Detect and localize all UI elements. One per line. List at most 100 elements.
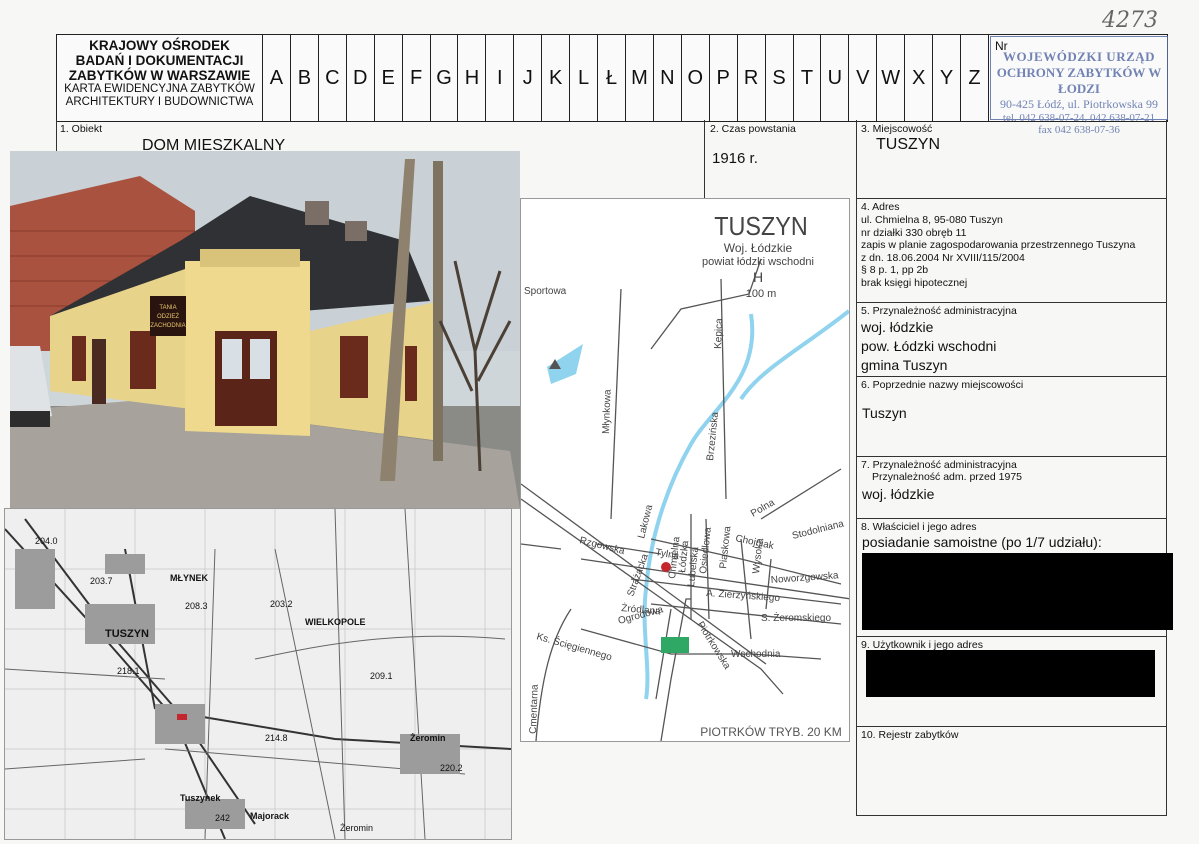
stamp-line-3: 90-425 Łódź, ul. Piotrkowska 99 [1000,97,1158,111]
admin-line: pow. Łódzki wschodni [861,338,997,354]
topo-label: MŁYNEK [170,573,209,583]
topo-label: 214.8 [265,733,288,743]
address-line: zapis w planie zagospodarowania przestrz… [861,239,1136,251]
topo-label: 203.7 [90,576,113,586]
topo-label: 242 [215,813,230,823]
stamp-line-1: WOJEWÓDZKI URZĄD [1002,49,1156,64]
header-subtitle-line-1: KARTA EWIDENCYJNA ZABYTKÓW [64,83,255,95]
field-6-label: 6. Poprzednie nazwy miejscowości [861,379,1024,391]
document-page: 4273 KRAJOWY OŚRODEK BADAŃ I DOKUMENTACJ… [0,0,1199,844]
divider [704,120,705,198]
map-footer: PIOTRKÓW TRYB. 20 KM [700,724,842,739]
topo-label: 218.1 [117,666,140,676]
letter-cell: P [710,35,738,121]
photo-drawing: TANIA ODZIEŻ ZACHODNIA [10,151,520,509]
topo-label: Żeromin [410,733,446,743]
field-4-label: 4. Adres [861,201,900,213]
letter-cell: B [291,35,319,121]
street-label: Wschodnia [731,649,781,660]
shop-sign-line-2: ODZIEŻ [157,313,179,320]
topo-label: 220.2 [440,763,463,773]
letter-cell: K [542,35,571,121]
letter-cell: N [654,35,682,121]
letter-cell: C [319,35,347,121]
topo-label: 204.0 [35,536,58,546]
scale-bar-icon: H [753,269,763,285]
letter-cell: S [766,35,794,121]
letter-cell: L [570,35,599,121]
letter-cell: E [375,35,403,121]
street-label: Sportowa [524,286,567,297]
letter-cell: Y [933,35,962,121]
letter-cell: D [347,35,375,121]
header-subtitle-line-2: ARCHITEKTURY I BUDOWNICTWA [65,96,254,108]
field-7-value: woj. łódzkie [862,486,935,502]
divider [856,518,1166,519]
header-title-line-1: KRAJOWY OŚRODEK [89,38,230,53]
street-label: S. Żeromskiego [761,611,831,624]
street-map-drawing: TUSZYN Woj. Łódzkie powiat łódzki wschod… [521,199,849,741]
stamp-line-5: fax 042 638-07-36 [1038,124,1120,136]
field-8-label: 8. Właściciel i jego adres [861,521,977,533]
redaction-bar [866,650,1155,697]
office-stamp: WOJEWÓDZKI URZĄD OCHRONY ZABYTKÓW W ŁODZ… [990,36,1168,136]
shop-sign-line-3: ZACHODNIA [150,323,185,329]
topographic-map-drawing: MŁYNEK TUSZYN WIELKOPOLE Żeromin Tuszyne… [5,509,511,839]
topo-label: 203.2 [270,599,293,609]
field-5-values: woj. łódzkie pow. Łódzki wschodni gmina … [861,318,996,375]
letter-cell: H [458,35,487,121]
field-5-label: 5. Przynależność administracyjna [861,305,1017,317]
divider [856,636,1166,637]
letter-cell: Z [961,35,989,121]
address-line: § 8 p. 1, pp 2b [861,264,929,276]
field-3-value: TUSZYN [876,136,940,153]
field-10-label: 10. Rejestr zabytków [861,729,959,741]
map-subtitle-1: Woj. Łódzkie [724,241,793,255]
letter-cell: Ł [598,35,626,121]
field-4-address: ul. Chmielna 8, 95-080 Tuszyn nr działki… [861,214,1135,289]
field-7-label: 7. Przynależność administracyjna [861,459,1017,471]
admin-line: woj. łódzkie [861,319,934,335]
map-subtitle-2: powiat łódzki wschodni [702,256,814,268]
letter-cell: G [431,35,459,121]
divider [1166,120,1167,816]
field-2-value: 1916 r. [712,150,758,167]
letter-cell: A [263,35,291,121]
divider [56,120,57,152]
address-line: nr działki 330 obręb 11 [861,226,967,239]
divider [856,120,857,816]
letter-index: ABCDEFGHIJKLŁMNOPRSTUVWXYZ [263,35,989,121]
topo-label: Majorack [250,811,290,821]
divider [856,302,1166,303]
topo-label: 208.3 [185,601,208,611]
letter-cell: W [877,35,906,121]
topographic-map: MŁYNEK TUSZYN WIELKOPOLE Żeromin Tuszyne… [4,508,512,840]
street-map: TUSZYN Woj. Łódzkie powiat łódzki wschod… [520,198,850,742]
handwritten-number: 4273 [1102,8,1158,33]
field-3-label: 3. Miejscowość [861,123,933,135]
field-6-value: Tuszyn [862,405,907,421]
letter-cell: V [849,35,878,121]
header-title-line-2: BADAŃ I DOKUMENTACJI [75,53,244,68]
street-label: Młynkowa [601,389,614,434]
map-title: TUSZYN [714,213,808,241]
divider [856,815,1166,816]
address-line: brak księgi hipotecznej [861,276,968,289]
divider [856,376,1166,377]
field-1-label: 1. Obiekt [60,123,103,135]
field-2-label: 2. Czas powstania [710,123,796,135]
stamp-line-4: tel. 042 638-07-24, 042 638-07-21 [1002,112,1156,124]
topo-label: Żeromin [340,823,373,833]
letter-cell: I [486,35,515,121]
letter-cell: X [905,35,934,121]
redaction-bar [862,553,1173,630]
letter-cell: T [794,35,822,121]
divider [856,198,1166,199]
address-line: z dn. 18.06.2004 Nr XVIII/115/2004 [861,251,1025,264]
letter-cell: R [738,35,766,121]
topo-label: Tuszynek [180,793,221,803]
field-7-sublabel: Przynależność adm. przed 1975 [872,471,1022,483]
letter-cell: F [403,35,431,121]
admin-line: gmina Tuszyn [861,357,948,373]
topo-label: WIELKOPOLE [305,617,366,627]
